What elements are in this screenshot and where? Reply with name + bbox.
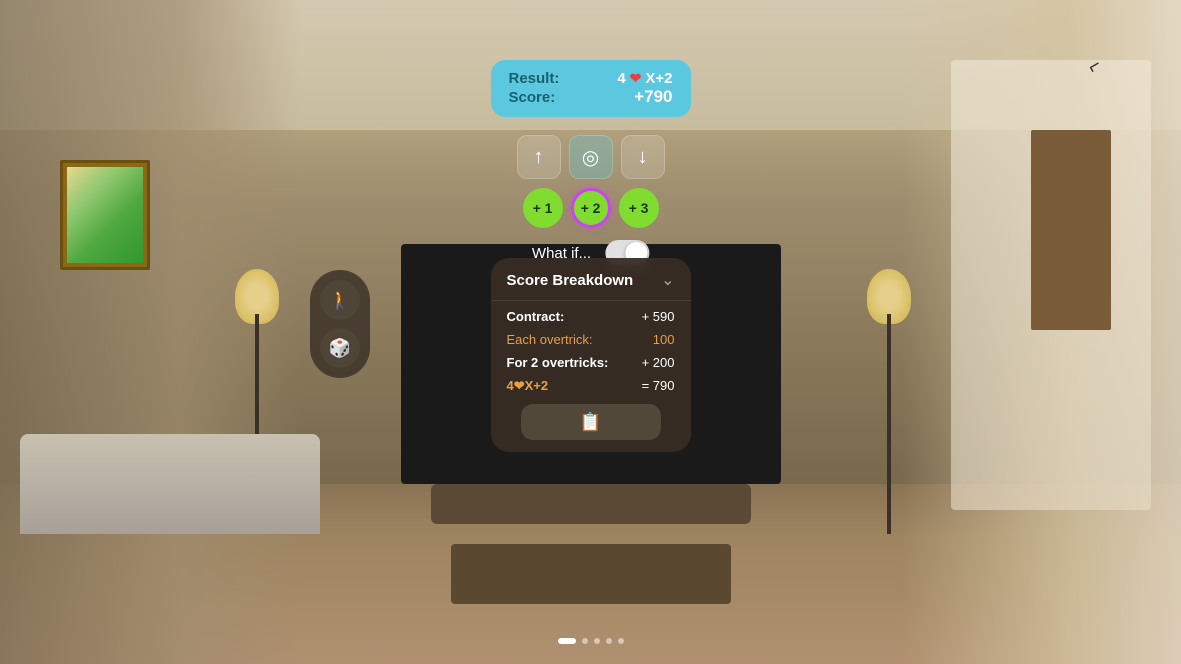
copy-icon: 📋 (579, 412, 601, 433)
nav-row: ↑ ◎ ↓ (517, 135, 665, 179)
contract-value: + 590 (642, 309, 675, 324)
page-dot-1 (558, 638, 576, 644)
side-panel: 🚶 🎲 (310, 270, 370, 378)
trick-3-button[interactable]: + 3 (619, 188, 659, 228)
trick-1-button[interactable]: + 1 (523, 188, 563, 228)
up-button[interactable]: ↑ (517, 135, 561, 179)
result-value: 4 ❤ X+2 (617, 70, 672, 87)
copy-button[interactable]: 📋 (521, 404, 661, 440)
trick-row: + 1 + 2 + 3 (523, 188, 659, 228)
summary-value: = 790 (642, 378, 675, 394)
two-overtricks-label: For 2 overtricks: (507, 355, 609, 370)
sofa (20, 434, 320, 534)
result-row: Result: 4 ❤ X+2 (509, 70, 673, 87)
breakdown-panel: Score Breakdown ⌄ Contract: + 590 Each o… (491, 258, 691, 452)
breakdown-contract-row: Contract: + 590 (491, 301, 691, 324)
breakdown-2overtricks-row: For 2 overtricks: + 200 (491, 347, 691, 370)
bookshelf (1031, 130, 1111, 330)
summary-label: 4❤X+2 (507, 378, 549, 394)
score-label: Score: (509, 89, 556, 106)
page-dot-3 (594, 638, 600, 644)
breakdown-overtrick-row: Each overtrick: 100 (491, 324, 691, 347)
target-button[interactable]: ◎ (569, 135, 613, 179)
result-label: Result: (509, 70, 560, 87)
two-overtricks-value: + 200 (642, 355, 675, 370)
heart-icon: ❤ (630, 70, 642, 87)
chevron-down-icon[interactable]: ⌄ (661, 270, 674, 290)
page-dot-5 (618, 638, 624, 644)
picture-frame (60, 160, 150, 270)
overtrick-label: Each overtrick: (507, 332, 593, 347)
picture-art (67, 167, 143, 263)
page-dot-2 (582, 638, 588, 644)
breakdown-summary-row: 4❤X+2 = 790 (491, 370, 691, 394)
person-button[interactable]: 🚶 (320, 280, 360, 320)
page-indicator (558, 638, 624, 644)
tv-unit (431, 484, 751, 524)
trick-2-button[interactable]: + 2 (571, 188, 611, 228)
coffee-table (451, 544, 731, 604)
result-contract: X+2 (645, 70, 672, 87)
down-button[interactable]: ↓ (621, 135, 665, 179)
overtrick-value: 100 (653, 332, 675, 347)
breakdown-title: Score Breakdown (507, 272, 634, 289)
result-number: 4 (617, 70, 625, 87)
result-box: Result: 4 ❤ X+2 Score: +790 (491, 60, 691, 117)
page-dot-4 (606, 638, 612, 644)
dice-button[interactable]: 🎲 (320, 328, 360, 368)
score-value: +790 (634, 87, 672, 107)
lamp-right-pole (887, 314, 891, 534)
score-row: Score: +790 (509, 87, 673, 107)
breakdown-header: Score Breakdown ⌄ (491, 258, 691, 301)
contract-label: Contract: (507, 309, 565, 324)
